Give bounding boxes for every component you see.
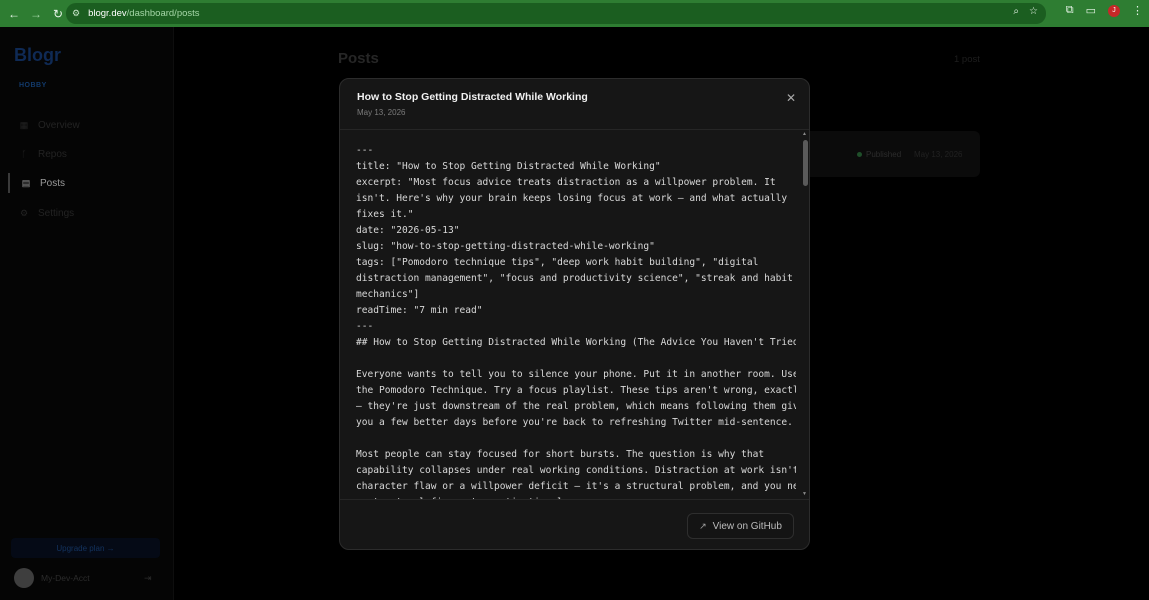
sidebar-item-label: Overview xyxy=(38,119,80,131)
status-label: Published xyxy=(866,150,902,159)
post-date: May 13, 2026 xyxy=(914,150,963,159)
browser-toolbar: ← → ↻ ⚙ blogr.dev/dashboard/posts ⌕ ☆ ⧉ … xyxy=(0,0,1149,27)
document-icon: ▤ xyxy=(21,177,31,188)
forward-arrow-icon[interactable]: → xyxy=(26,4,46,24)
sidebar-item-settings[interactable]: ⚙ Settings xyxy=(8,203,168,223)
zoom-icon[interactable]: ⌕ xyxy=(1013,6,1019,17)
logout-icon[interactable]: ⇥ xyxy=(144,573,152,584)
menu-dots-icon[interactable]: ⋮ xyxy=(1132,4,1143,17)
external-link-icon: ↗ xyxy=(699,520,707,531)
sidebar-item-overview[interactable]: ▦ Overview xyxy=(8,115,168,135)
scroll-down-icon[interactable]: ▼ xyxy=(802,491,807,497)
github-button-label: View on GitHub xyxy=(712,520,782,532)
scroll-up-icon[interactable]: ▲ xyxy=(802,131,807,137)
close-icon[interactable]: ✕ xyxy=(783,90,799,106)
sidebar-item-label: Posts xyxy=(40,177,66,189)
url-path: /dashboard/posts xyxy=(126,8,200,19)
post-preview-modal: How to Stop Getting Distracted While Wor… xyxy=(339,78,810,550)
sidebar-item-label: Repos xyxy=(38,148,67,160)
gear-icon: ⚙ xyxy=(19,207,29,218)
url-host: blogr.dev xyxy=(88,8,127,19)
tab-search-icon[interactable]: ▭ xyxy=(1086,4,1096,17)
plan-badge: HOBBY xyxy=(19,82,47,89)
status-dot-icon xyxy=(857,152,862,157)
scrollbar[interactable]: ▲ ▼ xyxy=(801,131,809,499)
post-count: 1 post xyxy=(954,54,980,65)
profile-avatar[interactable]: J xyxy=(1108,4,1120,17)
table-row[interactable]: Published May 13, 2026 xyxy=(800,131,980,177)
site-settings-icon[interactable]: ⚙ xyxy=(72,8,80,19)
scrollbar-thumb[interactable] xyxy=(803,140,808,186)
extensions-icon[interactable]: ⧉ xyxy=(1066,4,1074,17)
back-arrow-icon[interactable]: ← xyxy=(4,4,24,24)
sidebar-item-repos[interactable]: ᚴ Repos xyxy=(8,144,168,164)
markdown-text: --- title: "How to Stop Getting Distract… xyxy=(356,145,796,499)
grid-icon: ▦ xyxy=(19,119,29,130)
sidebar-item-label: Settings xyxy=(38,207,75,219)
divider xyxy=(340,499,809,500)
upgrade-plan-button[interactable]: Upgrade plan → xyxy=(11,538,160,558)
reload-icon[interactable]: ↻ xyxy=(48,4,68,24)
account-menu[interactable]: My-Dev-Acct xyxy=(14,568,90,588)
app-logo[interactable]: Blogr xyxy=(14,45,61,66)
avatar xyxy=(14,568,34,588)
bookmark-star-icon[interactable]: ☆ xyxy=(1029,6,1038,17)
view-on-github-button[interactable]: ↗ View on GitHub xyxy=(687,513,794,539)
branch-icon: ᚴ xyxy=(21,149,27,159)
sidebar: Blogr HOBBY ▦ Overview ᚴ Repos ▤ Posts ⚙… xyxy=(0,27,174,600)
status-badge: Published xyxy=(857,150,901,159)
page-title: Posts xyxy=(338,50,379,67)
sidebar-item-posts[interactable]: ▤ Posts xyxy=(8,173,168,193)
markdown-content[interactable]: --- title: "How to Stop Getting Distract… xyxy=(356,143,796,499)
address-bar[interactable]: ⚙ blogr.dev/dashboard/posts ⌕ ☆ xyxy=(66,3,1046,24)
modal-title: How to Stop Getting Distracted While Wor… xyxy=(357,91,588,103)
modal-date: May 13, 2026 xyxy=(357,108,406,117)
divider xyxy=(340,129,809,130)
account-name: My-Dev-Acct xyxy=(41,573,90,583)
